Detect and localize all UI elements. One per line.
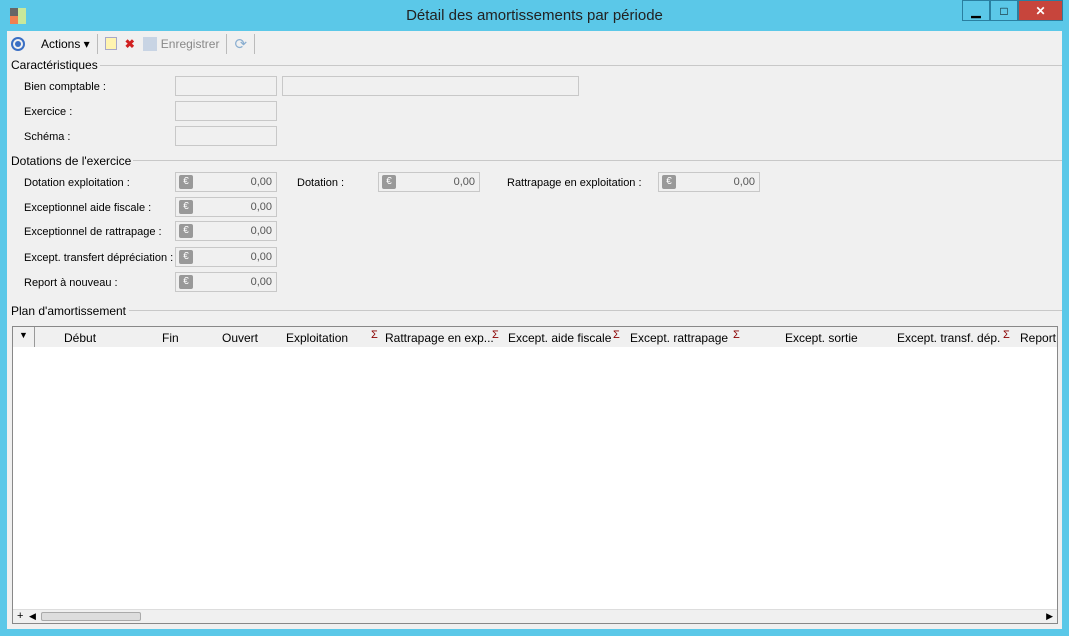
window-title: Détail des amortissements par période — [406, 7, 663, 24]
bien-description-field[interactable] — [282, 76, 579, 96]
col-report[interactable]: Report — [1020, 331, 1056, 345]
except-transfert-label: Except. transfert dépréciation : — [24, 252, 174, 264]
maximize-button[interactable]: □ — [990, 0, 1018, 21]
col-except-sortie[interactable]: Except. sortie — [785, 331, 858, 345]
rattrapage-exploitation-label: Rattrapage en exploitation : — [507, 177, 642, 189]
col-except-aide[interactable]: Except. aide fiscale — [508, 331, 611, 345]
dotation-label: Dotation : — [297, 177, 345, 189]
separator — [96, 33, 98, 54]
scroll-thumb[interactable] — [41, 612, 141, 621]
col-fin[interactable]: Fin — [162, 331, 179, 345]
toolbar: Actions ▾ ✖ Enregistrer ⟳ — [7, 31, 1062, 56]
col-except-rattrapage[interactable]: Except. rattrapage — [630, 331, 728, 345]
col-rattrapage[interactable]: Rattrapage en exp... — [385, 331, 494, 345]
divider — [133, 160, 1062, 161]
col-debut[interactable]: Début — [64, 331, 96, 345]
save-button[interactable]: Enregistrer — [139, 33, 224, 55]
exercice-label: Exercice : — [24, 106, 73, 118]
section-dotations: Dotations de l'exercice — [11, 154, 132, 168]
schema-field[interactable] — [175, 126, 277, 146]
report-field[interactable]: €0,00 — [175, 272, 277, 292]
divider — [100, 65, 1062, 66]
value: 0,00 — [250, 225, 272, 237]
exceptionnel-aide-field[interactable]: €0,00 — [175, 197, 277, 217]
scroll-right-icon[interactable]: ▶ — [1046, 611, 1053, 622]
dotation-exploitation-label: Dotation exploitation : — [24, 177, 130, 189]
sigma-icon: Σ — [733, 329, 740, 341]
value: 0,00 — [250, 251, 272, 263]
sigma-icon: Σ — [613, 329, 620, 341]
title-bar: Détail des amortissements par période ▁ … — [0, 0, 1069, 32]
col-ouvert[interactable]: Ouvert — [222, 331, 258, 345]
sigma-icon: Σ — [371, 329, 378, 341]
except-transfert-field[interactable]: €0,00 — [175, 247, 277, 267]
exceptionnel-rattrapage-label: Exceptionnel de rattrapage : — [24, 226, 162, 238]
new-icon[interactable] — [101, 33, 121, 55]
dotation-exploitation-field[interactable]: €0,00 — [175, 172, 277, 192]
separator — [254, 33, 256, 54]
scroll-left-icon[interactable]: ◀ — [29, 611, 36, 622]
value: 0,00 — [733, 176, 755, 188]
euro-icon: € — [179, 200, 193, 214]
exercice-field[interactable] — [175, 101, 277, 121]
horizontal-scrollbar[interactable]: + ◀ ▶ — [13, 609, 1057, 623]
euro-icon: € — [382, 175, 396, 189]
minimize-button[interactable]: ▁ — [962, 0, 990, 21]
euro-icon: € — [179, 250, 193, 264]
add-row-button[interactable]: + — [17, 610, 23, 622]
target-icon[interactable] — [7, 33, 29, 55]
schema-label: Schéma : — [24, 131, 71, 143]
value: 0,00 — [250, 201, 272, 213]
separator — [226, 33, 228, 54]
euro-icon: € — [662, 175, 676, 189]
euro-icon: € — [179, 224, 193, 238]
exceptionnel-aide-label: Exceptionnel aide fiscale : — [24, 202, 152, 214]
refresh-icon[interactable]: ⟳ — [230, 33, 251, 55]
value: 0,00 — [250, 176, 272, 188]
plan-grid[interactable]: ▼ Début Fin Ouvert Exploitation Σ Rattra… — [12, 326, 1058, 624]
col-exploitation[interactable]: Exploitation — [286, 331, 348, 345]
bien-label: Bien comptable : — [24, 81, 106, 93]
close-button[interactable]: ✕ — [1018, 0, 1063, 21]
sigma-icon: Σ — [492, 329, 499, 341]
bien-code-field[interactable] — [175, 76, 277, 96]
euro-icon: € — [179, 275, 193, 289]
col-except-transf[interactable]: Except. transf. dép. — [897, 331, 1000, 345]
save-label: Enregistrer — [160, 36, 220, 51]
actions-menu[interactable]: Actions ▾ — [29, 33, 94, 55]
divider — [34, 327, 35, 347]
section-caracteristiques: Caractéristiques — [11, 58, 98, 72]
euro-icon: € — [179, 175, 193, 189]
save-icon — [142, 36, 157, 51]
column-chooser-icon[interactable]: ▼ — [19, 330, 28, 340]
report-label: Report à nouveau : — [24, 277, 118, 289]
section-plan: Plan d'amortissement — [11, 304, 127, 318]
main-panel: Actions ▾ ✖ Enregistrer ⟳ Caractéristiqu… — [7, 31, 1062, 629]
value: 0,00 — [250, 276, 272, 288]
grid-header: ▼ Début Fin Ouvert Exploitation Σ Rattra… — [13, 327, 1057, 347]
divider — [129, 310, 1062, 311]
exceptionnel-rattrapage-field[interactable]: €0,00 — [175, 221, 277, 241]
sigma-icon: Σ — [1003, 329, 1010, 341]
dotation-field[interactable]: €0,00 — [378, 172, 480, 192]
value: 0,00 — [453, 176, 475, 188]
rattrapage-exploitation-field[interactable]: €0,00 — [658, 172, 760, 192]
delete-icon[interactable]: ✖ — [121, 33, 139, 55]
